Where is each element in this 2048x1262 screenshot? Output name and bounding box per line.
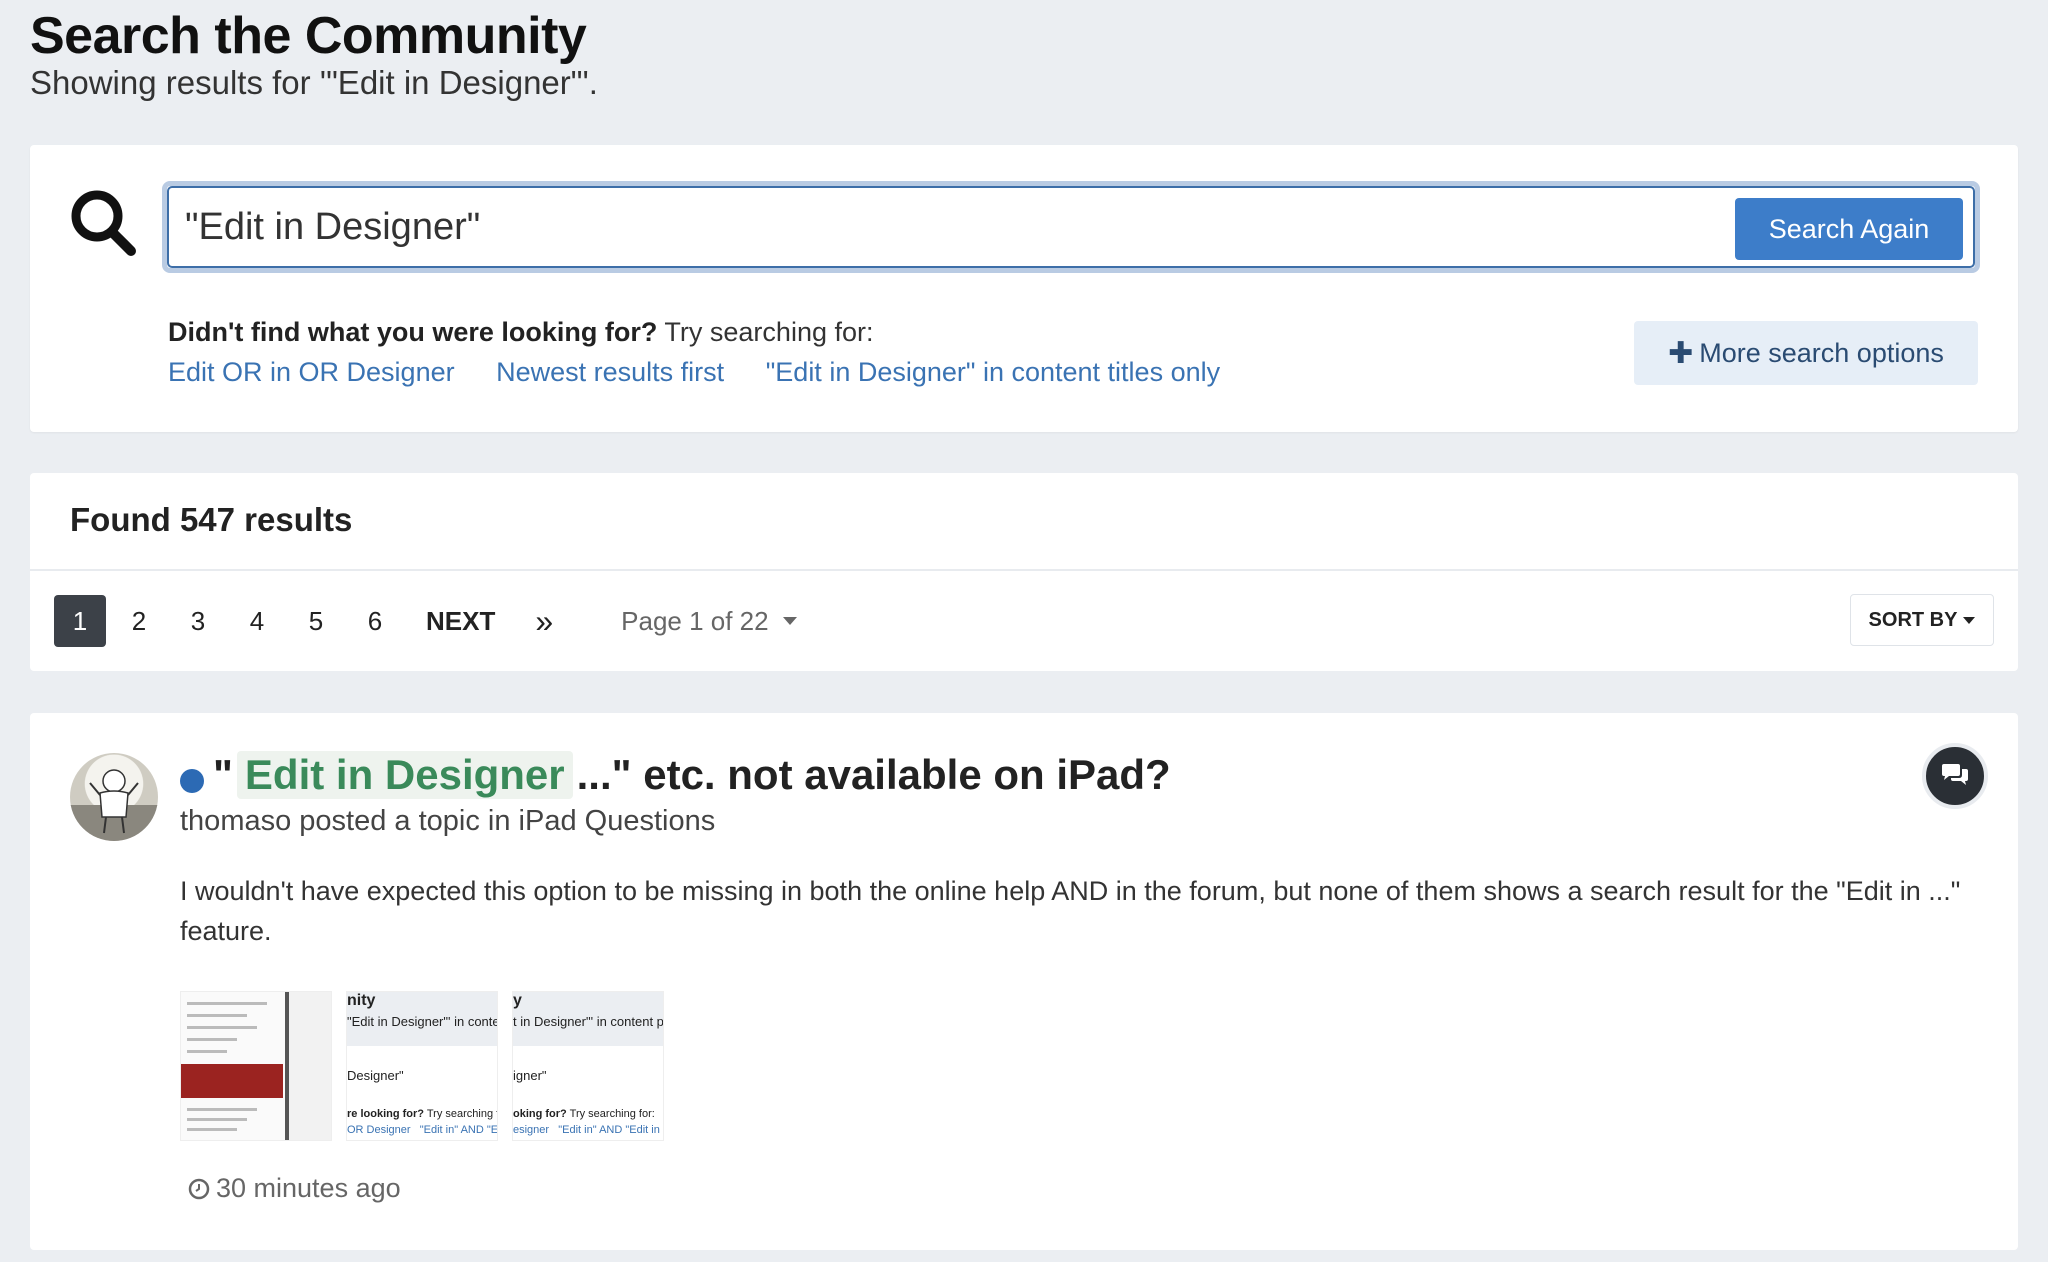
- search-result-item: " Edit in Designer ..." etc. not availab…: [30, 713, 2018, 1250]
- suggestion-prompt-rest: Try searching for:: [657, 317, 874, 347]
- thumb-link: OR Designer: [347, 1124, 411, 1136]
- more-search-options-button[interactable]: ✚ More search options: [1634, 321, 1978, 385]
- page-link-3[interactable]: 3: [172, 595, 224, 647]
- attachment-thumbnail[interactable]: y t in Designer"' in content p igner" ok…: [512, 991, 664, 1141]
- caret-down-icon: [1963, 616, 1976, 624]
- thumb-text: oking for? Try searching for:: [513, 1108, 655, 1120]
- avatar[interactable]: [70, 753, 158, 841]
- result-timestamp: 30 minutes ago: [188, 1173, 401, 1204]
- page-jump-dropdown[interactable]: Page 1 of 22: [621, 605, 797, 637]
- thumb-text: y: [513, 992, 522, 1009]
- page-subtitle: Showing results for '"Edit in Designer"'…: [30, 64, 598, 101]
- page-link-2[interactable]: 2: [113, 595, 165, 647]
- page-link-5[interactable]: 5: [290, 595, 342, 647]
- search-input[interactable]: [185, 198, 1685, 256]
- suggestion-link-titles-only[interactable]: "Edit in Designer" in content titles onl…: [766, 357, 1220, 387]
- thumb-link: "Edit in" AND "Ed: [419, 1124, 498, 1136]
- more-search-options-label: More search options: [1699, 337, 1944, 368]
- search-suggestion-prompt: Didn't find what you were looking for? T…: [168, 317, 874, 348]
- comments-icon: [1942, 764, 1968, 785]
- thumb-text: t in Designer"' in content p: [513, 1014, 664, 1029]
- sort-by-button[interactable]: SORT BY: [1850, 594, 1994, 646]
- attachment-thumbnail[interactable]: nity "Edit in Designer"' in conte Design…: [346, 991, 498, 1141]
- last-page-link[interactable]: »: [535, 603, 553, 640]
- pagination: 1 2 3 4 5 6 NEXT » Page 1 of 22: [54, 595, 797, 647]
- result-meta: thomaso posted a topic in iPad Questions: [180, 805, 716, 837]
- search-again-button[interactable]: Search Again: [1735, 198, 1963, 260]
- suggestion-prompt-bold: Didn't find what you were looking for?: [168, 317, 658, 347]
- caret-down-icon: [782, 617, 797, 625]
- thumb-text: nity: [347, 992, 376, 1009]
- plus-icon: ✚: [1668, 336, 1694, 370]
- page-link-1[interactable]: 1: [54, 595, 106, 647]
- avatar-illustration: [70, 769, 158, 841]
- suggestion-link-newest[interactable]: Newest results first: [496, 357, 724, 387]
- attachment-thumbnails: nity "Edit in Designer"' in conte Design…: [180, 991, 664, 1141]
- search-field-focus-ring: Search Again: [162, 181, 1980, 273]
- result-snippet: I wouldn't have expected this option to …: [180, 876, 1961, 946]
- search-icon: [71, 190, 136, 256]
- page-jump-label: Page 1 of 22: [621, 605, 769, 636]
- results-header-panel: Found 547 results 1 2 3 4 5 6 NEXT » Pag…: [30, 473, 2018, 671]
- thumb-link: esigner: [513, 1124, 550, 1136]
- thumb-rest: Try searching for:: [566, 1108, 655, 1120]
- title-prefix: ": [213, 751, 233, 798]
- thumb-rest: Try searching for:: [426, 1108, 497, 1120]
- page-link-6[interactable]: 6: [349, 595, 401, 647]
- suggestion-link-or[interactable]: Edit OR in OR Designer: [168, 357, 455, 387]
- search-suggestion-links: Edit OR in OR Designer Newest results fi…: [168, 357, 1254, 388]
- thumb-text: Designer": [347, 1068, 404, 1083]
- divider: [30, 569, 2018, 571]
- thumb-text: OR Designer "Edit in" AND "Ed: [347, 1124, 498, 1136]
- page-title: Search the Community: [30, 7, 587, 65]
- thumb-text: re looking for? Try searching for:: [347, 1108, 497, 1120]
- thumb-bold: oking for?: [513, 1108, 567, 1120]
- timestamp-text: 30 minutes ago: [216, 1173, 401, 1203]
- thumb-link: "Edit in" AND "Edit in: [558, 1124, 660, 1136]
- search-panel: Search Again Didn't find what you were l…: [30, 145, 2018, 432]
- next-page-link[interactable]: NEXT: [426, 606, 495, 637]
- thumb-text: igner": [513, 1068, 547, 1083]
- title-suffix: ..." etc. not available on iPad?: [576, 751, 1171, 798]
- thumb-text: esigner "Edit in" AND "Edit in: [513, 1124, 660, 1136]
- thumb-bold: re looking for?: [347, 1108, 424, 1120]
- search-field: Search Again: [167, 186, 1975, 268]
- sort-by-label: SORT BY: [1868, 608, 1958, 631]
- results-count: Found 547 results: [70, 501, 353, 538]
- result-title-link[interactable]: " Edit in Designer ..." etc. not availab…: [213, 751, 1171, 799]
- attachment-thumbnail[interactable]: [180, 991, 332, 1141]
- clock-icon: [188, 1178, 210, 1199]
- title-highlight: Edit in Designer: [236, 751, 573, 799]
- thumb-text: "Edit in Designer"' in conte: [347, 1014, 498, 1029]
- page-link-4[interactable]: 4: [231, 595, 283, 647]
- unread-indicator: [180, 769, 204, 793]
- comments-button[interactable]: [1922, 743, 1988, 809]
